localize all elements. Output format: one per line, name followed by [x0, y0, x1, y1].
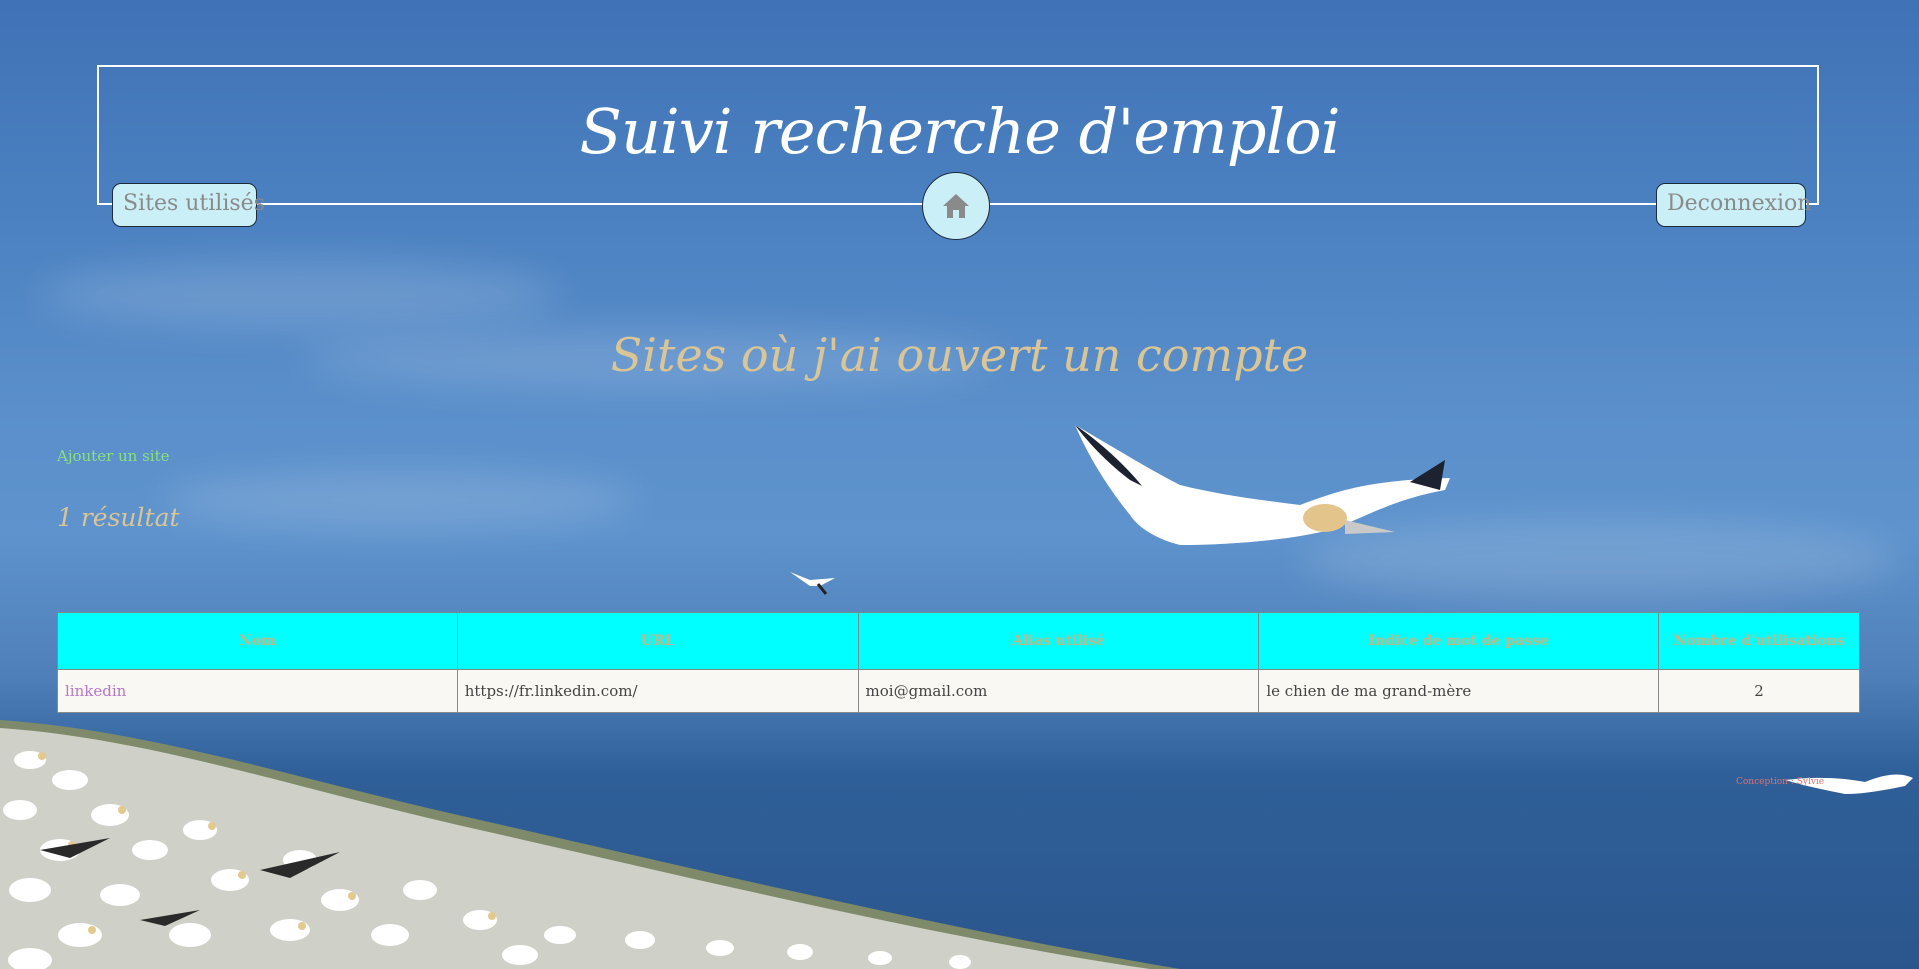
result-count: 1 résultat — [57, 503, 180, 532]
background-cloud — [40, 260, 560, 330]
home-button[interactable] — [922, 172, 990, 240]
column-header-nom: Nom — [57, 612, 458, 670]
cell-url: https://fr.linkedin.com/ — [456, 669, 859, 713]
footer-credit: Conception : Sylvie — [1736, 777, 1825, 787]
gannet-illustration — [1075, 425, 1450, 545]
page-heading: Sites où j'ai ouvert un compte — [610, 328, 1309, 382]
column-header-utilisations: Nombre d'utilisations — [1658, 612, 1860, 670]
logout-button[interactable]: Deconnexion — [1656, 183, 1811, 227]
small-gannet-illustration — [1785, 774, 1913, 794]
home-icon — [943, 194, 969, 218]
cell-alias: moi@gmail.com — [857, 669, 1260, 713]
cell-indice: le chien de ma grand-mère — [1258, 669, 1660, 713]
column-header-indice: Indice de mot de passe — [1258, 612, 1660, 670]
background-cloud — [160, 470, 640, 530]
small-gannet-illustration — [790, 572, 835, 595]
add-site-link[interactable]: Ajouter un site — [57, 447, 170, 465]
table-header-row: Nom URL Alias utilisé Indice de mot de p… — [57, 612, 1860, 670]
bird-colony-background — [0, 720, 1180, 969]
site-title: Suivi recherche d'emploi — [579, 95, 1340, 168]
sites-table: Nom URL Alias utilisé Indice de mot de p… — [57, 612, 1860, 713]
cell-nom: linkedin — [57, 669, 458, 713]
table-row: linkedin https://fr.linkedin.com/ moi@gm… — [57, 669, 1860, 713]
site-name-link[interactable]: linkedin — [65, 682, 126, 700]
column-header-url: URL — [456, 612, 859, 670]
nav-sites-button[interactable]: Sites utilisés — [112, 183, 265, 227]
column-header-alias: Alias utilisé — [857, 612, 1260, 670]
cell-utilisations: 2 — [1658, 669, 1860, 713]
